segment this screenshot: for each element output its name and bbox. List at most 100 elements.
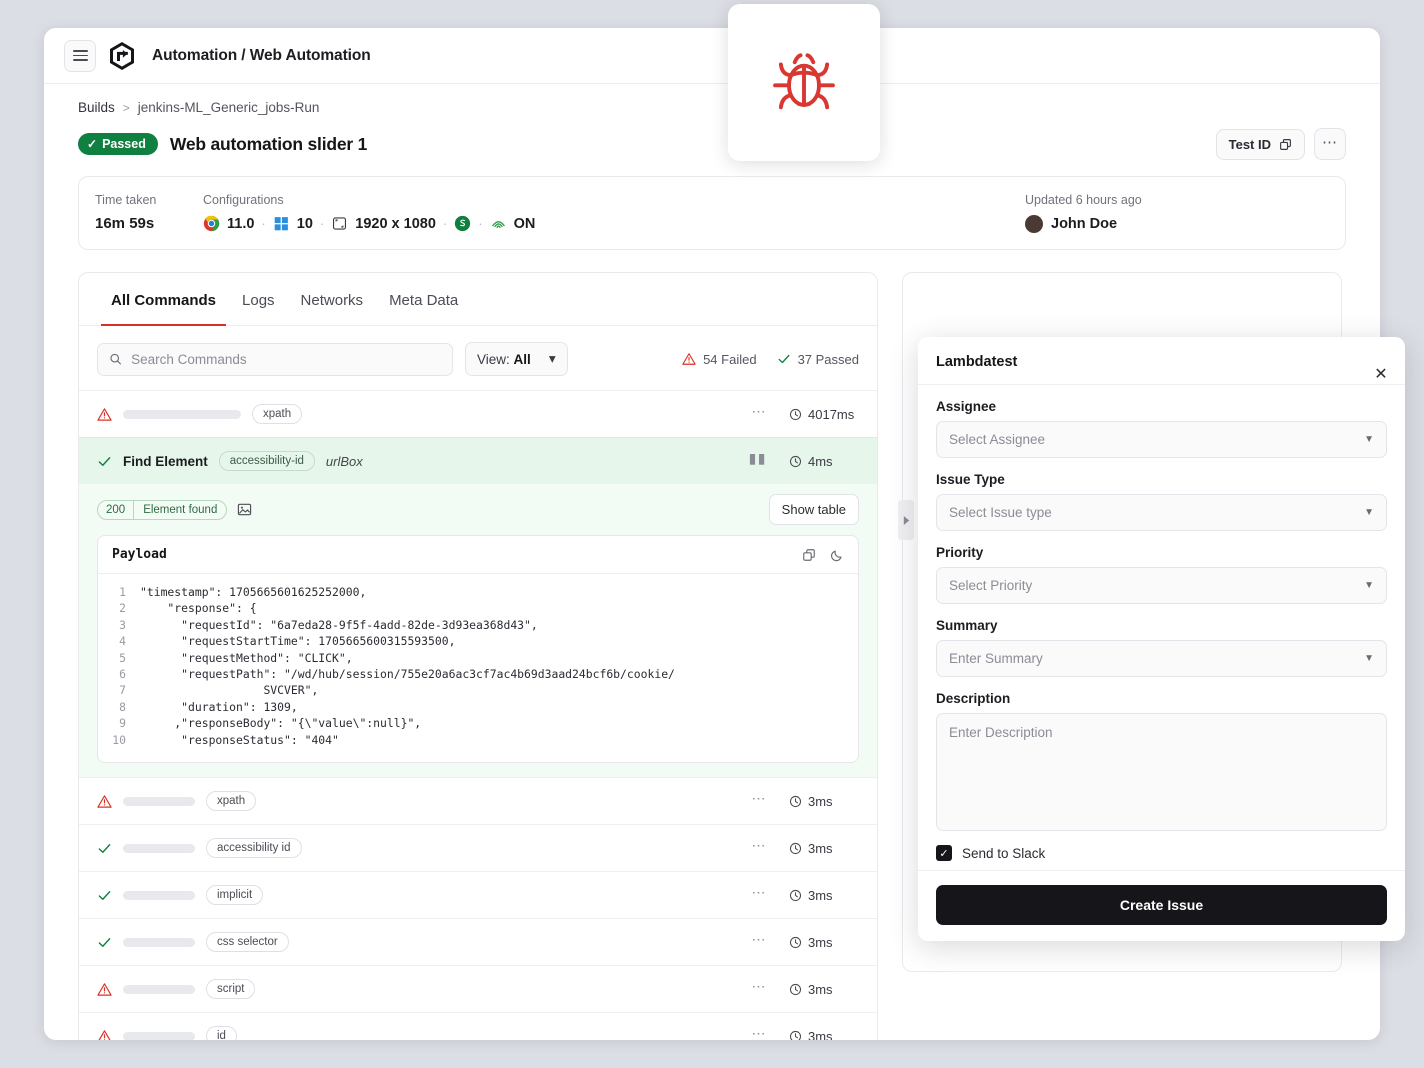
row-more-icon[interactable]: ⋯ (752, 837, 768, 859)
breadcrumb-current[interactable]: jenkins-ML_Generic_jobs-Run (138, 100, 320, 115)
check-icon (97, 454, 112, 469)
row-more-icon[interactable]: ▮▮ (749, 450, 767, 472)
check-icon (97, 888, 112, 903)
table-row[interactable]: css selector ⋯ 3ms (79, 918, 877, 965)
breadcrumb: Builds > jenkins-ML_Generic_jobs-Run (78, 100, 1346, 115)
search-box[interactable] (97, 343, 453, 376)
tab-networks[interactable]: Networks (291, 273, 374, 326)
duration: 4017ms (789, 407, 859, 422)
view-select-value: All (514, 352, 531, 367)
send-to-slack-label: Send to Slack (962, 846, 1045, 861)
redacted-command-name (123, 891, 195, 900)
tab-meta-data[interactable]: Meta Data (379, 273, 468, 326)
modal-body: Assignee Select Assignee ▼ Issue Type Se… (918, 385, 1405, 870)
redacted-command-name (123, 410, 241, 419)
ellipsis-icon: ⋯ (1322, 133, 1338, 151)
row-more-icon[interactable]: ⋯ (752, 884, 768, 906)
more-options-button[interactable]: ⋯ (1314, 128, 1346, 160)
issue-type-select[interactable]: Select Issue type ▼ (936, 494, 1387, 531)
lambdatest-logo-icon (108, 42, 136, 70)
breadcrumb-separator-icon: > (123, 101, 130, 115)
close-icon[interactable]: ✕ (1371, 365, 1391, 385)
code-line: 7 SVCVER", (98, 682, 858, 698)
table-row[interactable]: xpath ⋯ 4017ms (79, 390, 877, 437)
browser-version: 11.0 (227, 216, 254, 232)
page-title: Automation / Web Automation (152, 47, 371, 65)
panel-collapse-handle[interactable] (898, 500, 914, 540)
description-textarea[interactable]: Enter Description (936, 713, 1387, 831)
duration-value: 3ms (808, 982, 833, 997)
copy-icon[interactable] (802, 548, 816, 562)
hamburger-icon[interactable] (64, 40, 96, 72)
row-more-icon[interactable]: ⋯ (752, 931, 768, 953)
table-row[interactable]: script ⋯ 3ms (79, 965, 877, 1012)
row-actions: ⋯ 3ms (752, 884, 860, 906)
issue-type-label: Issue Type (936, 472, 1387, 487)
row-actions: ⋯ 3ms (752, 837, 860, 859)
time-taken-label: Time taken (95, 193, 203, 207)
warning-triangle-icon (97, 982, 112, 997)
failed-count-label: 54 Failed (703, 352, 756, 367)
payload-code: 1"timestamp": 1705665601625252000, 2 "re… (98, 574, 858, 762)
assignee-select[interactable]: Select Assignee ▼ (936, 421, 1387, 458)
payload-title: Payload (112, 547, 167, 562)
test-id-button[interactable]: Test ID (1216, 129, 1305, 160)
breadcrumb-builds[interactable]: Builds (78, 100, 115, 115)
redacted-command-name (123, 797, 195, 806)
duration-value: 4ms (808, 454, 833, 469)
summary-label: Summary (936, 618, 1387, 633)
status-badge: ✓ Passed (78, 133, 158, 155)
bug-card[interactable] (728, 4, 880, 161)
config-separator: · (478, 216, 482, 231)
show-table-button[interactable]: Show table (769, 494, 859, 525)
row-actions: ⋯ 3ms (752, 1025, 860, 1040)
image-icon[interactable] (237, 502, 252, 517)
configurations-block: Configurations 11.0 · (203, 193, 1025, 233)
tab-logs[interactable]: Logs (232, 273, 285, 326)
table-row[interactable]: xpath ⋯ 3ms (79, 777, 877, 824)
table-row[interactable]: Find Element accessibility-id urlBox ▮▮ … (79, 437, 877, 484)
config-separator: · (261, 216, 265, 231)
row-actions: ⋯ 3ms (752, 790, 860, 812)
user-row: John Doe (1025, 215, 1325, 233)
row-more-icon[interactable]: ⋯ (752, 403, 768, 425)
clock-icon (789, 795, 802, 808)
modal-header: Lambdatest ✕ (918, 337, 1405, 385)
avatar (1025, 215, 1043, 233)
priority-select[interactable]: Select Priority ▼ (936, 567, 1387, 604)
search-input[interactable] (131, 352, 441, 367)
table-row[interactable]: implicit ⋯ 3ms (79, 871, 877, 918)
user-name: John Doe (1051, 216, 1117, 232)
redacted-command-name (123, 844, 195, 853)
send-to-slack-checkbox[interactable]: ✓ (936, 845, 952, 861)
search-icon (109, 352, 122, 366)
check-icon (97, 935, 112, 950)
meta-card: Time taken 16m 59s Configurations 11.0 · (78, 176, 1346, 250)
create-issue-button[interactable]: Create Issue (936, 885, 1387, 925)
duration-value: 3ms (808, 794, 833, 809)
code-line: 10 "responseStatus": "404" (98, 732, 858, 748)
send-to-slack-row[interactable]: ✓ Send to Slack (936, 845, 1387, 861)
warning-triangle-icon (97, 407, 112, 422)
code-line: 6 "requestPath": "/wd/hub/session/755e20… (98, 666, 858, 682)
row-more-icon[interactable]: ⋯ (752, 790, 768, 812)
duration-value: 3ms (808, 841, 833, 856)
chevron-down-icon: ▼ (1364, 507, 1374, 518)
code-line: 2 "response": { (98, 600, 858, 616)
tab-all-commands[interactable]: All Commands (101, 273, 226, 326)
status-text: Element found (133, 501, 226, 519)
table-row[interactable]: id ⋯ 3ms (79, 1012, 877, 1040)
view-select[interactable]: View: All ▾ (465, 342, 568, 376)
passed-count-label: 37 Passed (798, 352, 859, 367)
table-row[interactable]: accessibility id ⋯ 3ms (79, 824, 877, 871)
moon-icon[interactable] (830, 548, 844, 562)
status-pill: 200 Element found (97, 500, 227, 520)
row-more-icon[interactable]: ⋯ (752, 1025, 768, 1040)
updated-label: Updated 6 hours ago (1025, 193, 1325, 207)
redacted-command-name (123, 985, 195, 994)
command-name: Find Element (123, 454, 208, 469)
row-more-icon[interactable]: ⋯ (752, 978, 768, 1000)
check-icon: ✓ (87, 137, 97, 151)
duration-value: 4017ms (808, 407, 854, 422)
summary-select[interactable]: Enter Summary ▼ (936, 640, 1387, 677)
